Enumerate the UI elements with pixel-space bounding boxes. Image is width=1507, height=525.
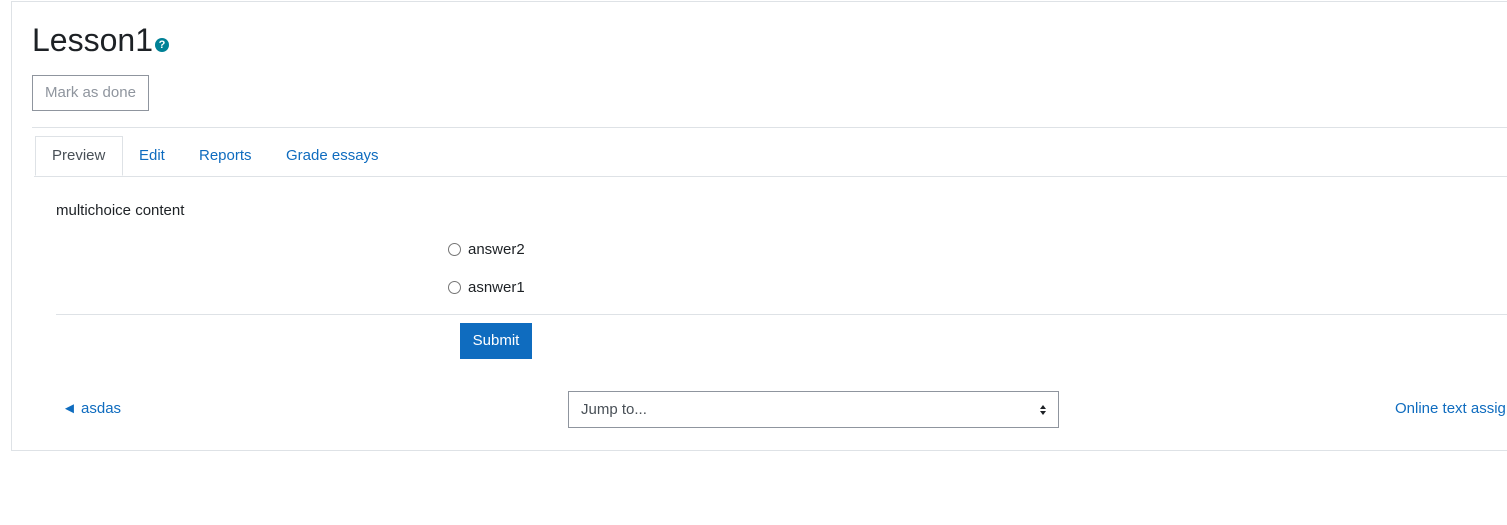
tab-bar: Preview Edit Reports Grade essays: [34, 136, 1507, 177]
answer-option[interactable]: asnwer1: [448, 277, 525, 297]
tab-edit[interactable]: Edit: [123, 136, 181, 176]
tab-reports[interactable]: Reports: [183, 136, 268, 176]
question-text: multichoice content: [56, 202, 185, 219]
divider: [32, 127, 1507, 128]
submit-button[interactable]: Submit: [460, 323, 532, 359]
answer-label: asnwer1: [468, 278, 525, 296]
tab-grade-essays[interactable]: Grade essays: [270, 136, 395, 176]
page-title-text: Lesson1: [32, 22, 153, 58]
mark-as-done-button[interactable]: Mark as done: [32, 75, 149, 111]
help-icon[interactable]: ?: [154, 38, 169, 52]
previous-activity-link[interactable]: ◄ asdas: [62, 399, 121, 419]
lesson-card: [11, 1, 1507, 451]
tab-preview[interactable]: Preview: [35, 136, 123, 176]
select-arrows-icon: [1040, 405, 1046, 415]
answer-option[interactable]: answer2: [448, 239, 525, 259]
answer-label: answer2: [468, 240, 525, 258]
page-title: Lesson1?: [32, 20, 169, 60]
next-activity-link[interactable]: Online text assig: [1395, 399, 1506, 419]
radio-button[interactable]: [448, 242, 461, 256]
jump-to-select[interactable]: Jump to...: [568, 391, 1059, 428]
divider: [56, 314, 1507, 315]
radio-button[interactable]: [448, 280, 461, 294]
jump-to-select-value: Jump to...: [581, 401, 647, 418]
